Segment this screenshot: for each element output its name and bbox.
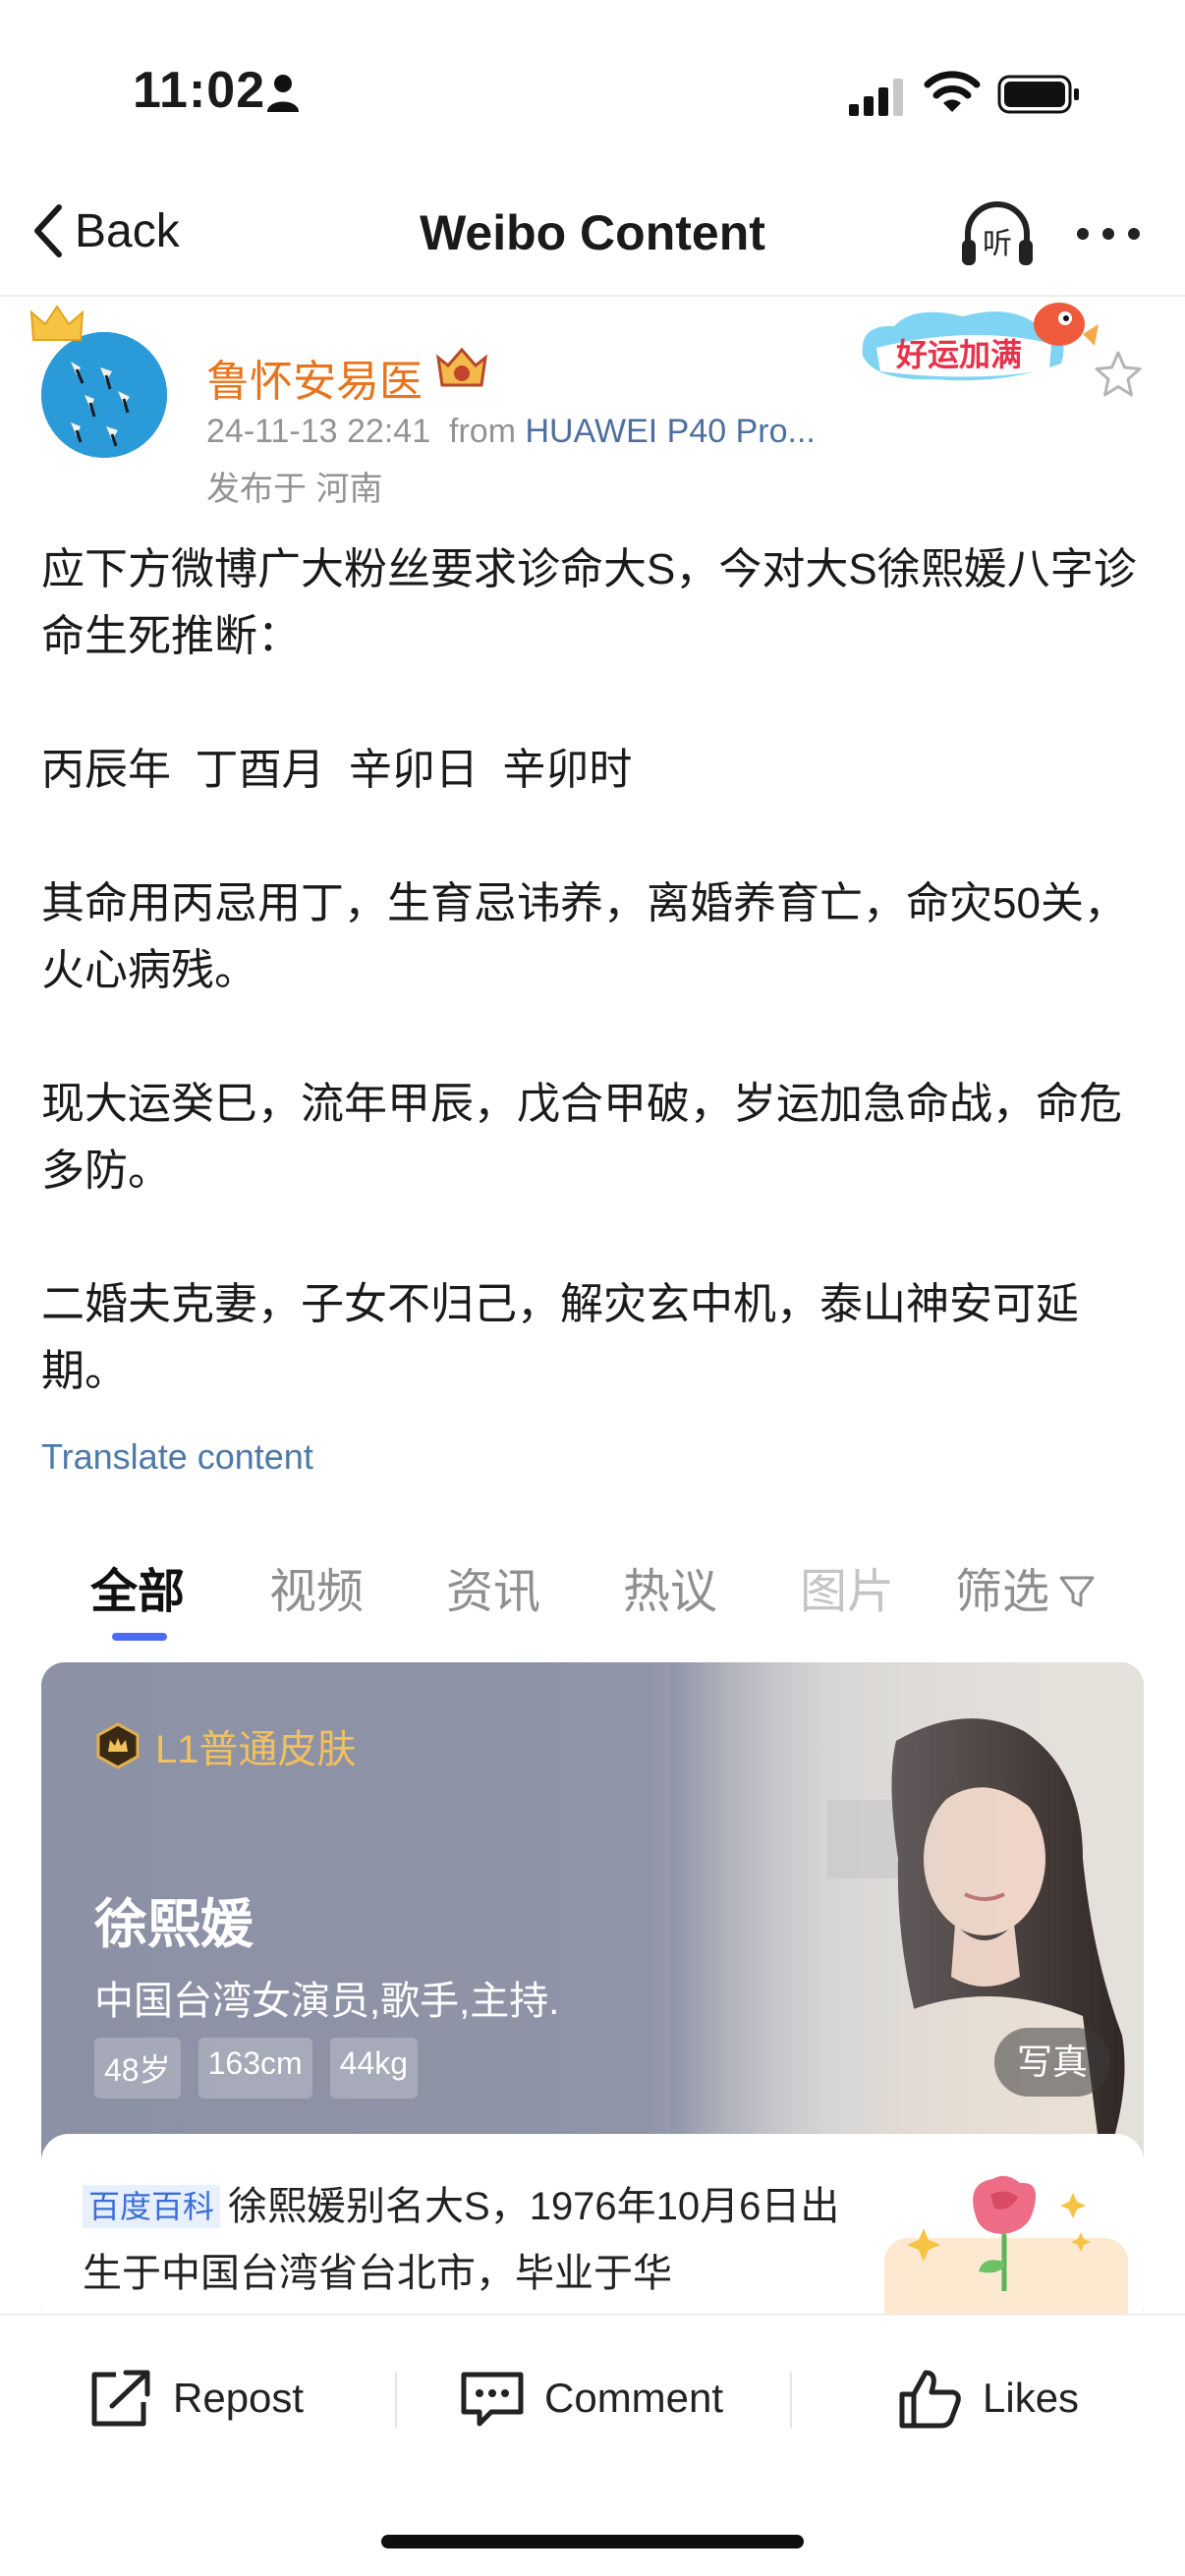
- luck-badge-label: 好运加满: [895, 336, 1022, 373]
- filter-icon: [1059, 1576, 1095, 1607]
- content-tabs: 全部 视频 资讯 热议 图片 筛选: [41, 1542, 1161, 1651]
- post-paragraph: 应下方微博广大粉丝要求诊命大S，今对大S徐熙媛八字诊命生死推断：: [41, 545, 1137, 660]
- vip-badge-icon: [435, 347, 488, 387]
- nav-bar: Back Weibo Content 听: [0, 167, 1185, 297]
- person-icon: [267, 75, 299, 112]
- stat-weight: 44kg: [329, 2038, 419, 2099]
- signal-icon: [849, 79, 903, 116]
- avatar-image: [41, 332, 167, 458]
- repost-button[interactable]: Repost: [86, 2367, 304, 2430]
- favorite-star-icon[interactable]: [1093, 349, 1144, 400]
- post-body: 应下方微博广大粉丝要求诊命大S，今对大S徐熙媛八字诊命生死推断： 丙辰年 丁酉月…: [41, 536, 1152, 1405]
- headphones-icon[interactable]: 听: [958, 198, 1037, 269]
- likes-label: Likes: [983, 2375, 1080, 2421]
- post-device[interactable]: HUAWEI P40 Pro...: [525, 413, 815, 450]
- post-paragraph: 丙辰年 丁酉月 辛卯日 辛卯时: [41, 746, 633, 794]
- celebrity-photo[interactable]: [670, 1662, 1144, 2173]
- post-paragraph: 其命用丙忌用丁，生育忌讳养，离婚养育亡，命灾50关，火心病残。: [41, 879, 1127, 994]
- avatar: [41, 332, 167, 458]
- from-label: from: [449, 413, 517, 450]
- tab-news[interactable]: 资讯: [446, 1552, 540, 1621]
- celebrity-stats: 48岁 163cm 44kg: [94, 2038, 419, 2099]
- battery-icon: [997, 75, 1079, 114]
- translate-link[interactable]: Translate content: [41, 1436, 313, 1478]
- more-icon[interactable]: [1073, 214, 1144, 253]
- post-location: 发布于 河南: [206, 471, 383, 508]
- author-avatar[interactable]: [29, 303, 172, 460]
- likes-button[interactable]: Likes: [896, 2367, 1079, 2430]
- tab-hot[interactable]: 热议: [623, 1552, 717, 1621]
- tab-pictures[interactable]: 图片: [800, 1552, 894, 1621]
- post-paragraph: 二婚夫克妻，子女不归己，解灾玄中机，泰山神安可延期。: [41, 1280, 1079, 1395]
- listen-label: 听: [983, 227, 1012, 261]
- baike-info[interactable]: 百度百科 徐熙媛别名大S，1976年10月6日出生于中国台湾省台北市，毕业于华: [41, 2134, 1144, 2330]
- rose-gift-icon[interactable]: [884, 2173, 1128, 2330]
- divider: [395, 2373, 397, 2428]
- luck-badge-sticker[interactable]: 好运加满: [855, 295, 1100, 393]
- action-bar: Repost Comment Likes: [0, 2314, 1185, 2481]
- repost-label: Repost: [173, 2375, 305, 2421]
- baike-summary: 百度百科 徐熙媛别名大S，1976年10月6日出生于中国台湾省台北市，毕业于华: [83, 2173, 869, 2307]
- tab-filter-label: 筛选: [955, 1566, 1050, 1618]
- crown-icon: [29, 305, 85, 341]
- tab-filter[interactable]: 筛选: [955, 1552, 1097, 1621]
- tab-all[interactable]: 全部: [90, 1552, 185, 1621]
- stat-height: 163cm: [198, 2038, 312, 2099]
- photo-gallery-button[interactable]: 写真: [994, 2028, 1110, 2097]
- celebrity-description: 中国台湾女演员,歌手,主持.: [94, 1980, 560, 2023]
- post-meta: 24-11-13 22:41 from HUAWEI P40 Pro...: [206, 413, 816, 451]
- wifi-icon: [924, 71, 981, 112]
- comment-button[interactable]: Comment: [458, 2367, 723, 2430]
- celebrity-name: 徐熙媛: [94, 1895, 254, 1954]
- post-datetime: 24-11-13 22:41: [206, 413, 431, 450]
- skin-level-icon: [96, 1722, 140, 1769]
- status-time: 11:02: [133, 62, 266, 119]
- status-bar: 11:02: [0, 0, 1185, 167]
- post-paragraph: 现大运癸巳，流年甲辰，戊合甲破，岁运加急命战，命危多防。: [41, 1080, 1122, 1195]
- comment-label: Comment: [544, 2375, 724, 2421]
- thumbs-up-icon: [899, 2370, 961, 2429]
- skin-label: L1普通皮肤: [155, 1728, 357, 1771]
- comment-icon: [461, 2372, 524, 2427]
- tab-video[interactable]: 视频: [269, 1552, 364, 1621]
- divider: [790, 2373, 792, 2428]
- stat-age: 48岁: [94, 2038, 181, 2099]
- share-icon: [91, 2370, 150, 2427]
- skin-badge[interactable]: L1普通皮肤: [94, 1717, 357, 1774]
- celebrity-card[interactable]: L1普通皮肤 徐熙媛 中国台湾女演员,歌手,主持. 48岁 163cm 44kg…: [41, 1662, 1144, 2330]
- author-name[interactable]: 鲁怀安易医: [206, 346, 423, 409]
- home-indicator[interactable]: [381, 2535, 804, 2548]
- active-tab-indicator: [112, 1633, 167, 1641]
- baike-tag: 百度百科: [83, 2185, 221, 2228]
